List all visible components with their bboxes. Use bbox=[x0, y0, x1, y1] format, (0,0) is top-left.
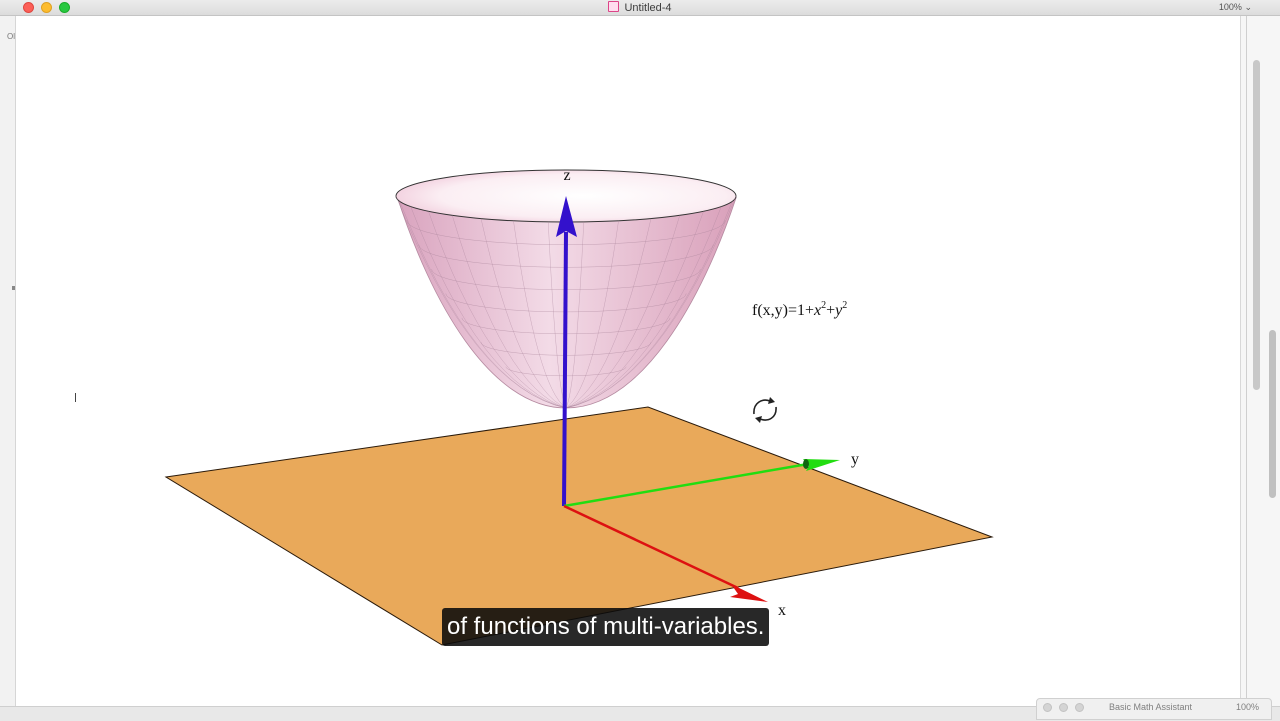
palette-zoom[interactable]: 100% bbox=[1236, 702, 1259, 712]
z-axis-label: z bbox=[563, 167, 570, 184]
x-axis-arrowhead bbox=[730, 584, 768, 602]
basic-math-assistant-palette[interactable]: Basic Math Assistant 100% bbox=[1036, 698, 1272, 720]
palette-close-button[interactable] bbox=[1043, 703, 1052, 712]
rotate-cursor-icon bbox=[753, 397, 777, 423]
y-axis-arrow-base bbox=[803, 459, 809, 469]
palette-minimize-button[interactable] bbox=[1059, 703, 1068, 712]
video-caption: of functions of multi-variables. bbox=[442, 608, 770, 646]
y-axis-label: y bbox=[851, 451, 859, 468]
x-axis-label: x bbox=[778, 602, 786, 619]
z-axis bbox=[562, 231, 568, 507]
function-label: f(x,y)=1+x2+y2 bbox=[752, 300, 847, 319]
palette-title: Basic Math Assistant bbox=[1109, 702, 1193, 712]
palette-zoom-button[interactable] bbox=[1075, 703, 1084, 712]
